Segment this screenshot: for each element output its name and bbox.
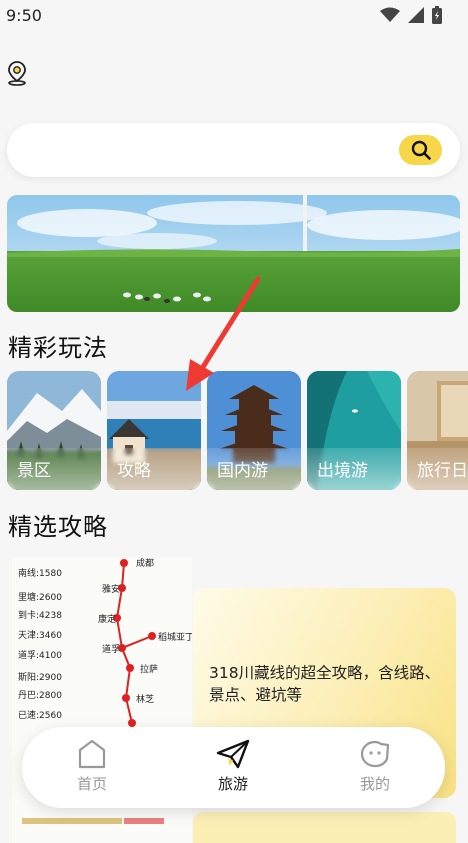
section-title-play: 精彩玩法 — [8, 334, 108, 362]
search-button[interactable] — [399, 135, 442, 165]
map-label: 康定 — [98, 613, 116, 625]
play-card-travel-diary[interactable]: 旅行日 — [407, 371, 468, 490]
status-icons — [380, 6, 442, 24]
map-label: 拉萨 — [140, 663, 158, 675]
search-icon — [411, 140, 431, 160]
nav-label: 我的 — [359, 775, 390, 793]
play-card-scenic[interactable]: 景区 — [7, 371, 101, 490]
search-bar — [7, 123, 460, 177]
map-label: 道孚:4100 — [18, 649, 62, 661]
play-card-label: 旅行日 — [407, 448, 468, 490]
banner-image[interactable] — [7, 195, 460, 312]
nav-item-mine[interactable]: 我的 — [340, 739, 410, 801]
guide-title: 318川藏线的超全攻略，含线路、景点、避坑等 — [209, 664, 441, 704]
bottom-nav: 首页 旅游 我的 — [22, 727, 445, 808]
nav-item-home[interactable]: 首页 — [57, 739, 127, 801]
play-card-guide[interactable]: 攻略 — [107, 371, 201, 490]
map-label: 南线:1580 — [18, 567, 62, 579]
grassland-scene — [7, 195, 460, 312]
face-icon — [360, 740, 390, 768]
play-card-label: 景区 — [7, 448, 101, 490]
map-label: 里塘:2600 — [18, 591, 62, 603]
map-label: 到卡:4238 — [18, 609, 62, 621]
wifi-icon — [380, 7, 400, 22]
nav-item-travel[interactable]: 旅游 — [198, 739, 268, 801]
home-icon — [78, 739, 106, 769]
paper-plane-icon — [216, 739, 250, 769]
guide-card-next[interactable] — [12, 812, 456, 843]
map-label: 道孚 — [102, 643, 120, 655]
battery-icon — [432, 6, 442, 24]
section-title-guide: 精选攻略 — [8, 513, 108, 541]
map-label: 丹巴:2800 — [18, 690, 62, 701]
play-card-outbound[interactable]: 出境游 — [307, 371, 401, 490]
nav-label: 旅游 — [217, 775, 248, 793]
play-cards: 景区 攻略 国内游 出境游 旅行日 — [7, 371, 468, 491]
location-icon[interactable] — [5, 60, 29, 86]
play-card-label: 国内游 — [207, 448, 301, 490]
play-card-label: 出境游 — [307, 448, 401, 490]
play-card-domestic[interactable]: 国内游 — [207, 371, 301, 490]
status-time: 9:50 — [6, 5, 42, 25]
guide-card-next-preview — [12, 812, 456, 843]
play-card-label: 攻略 — [107, 448, 201, 490]
map-label: 成都 — [136, 558, 154, 569]
signal-icon — [408, 7, 424, 23]
status-bar: 9:50 — [0, 0, 468, 30]
map-label: 已速:2560 — [18, 710, 62, 721]
map-label: 林芝 — [136, 693, 154, 705]
map-label: 斯阳:2900 — [18, 671, 62, 683]
map-label: 雅安 — [102, 583, 120, 595]
map-label: 稻城亚丁 — [158, 632, 192, 643]
map-label: 天津:3460 — [18, 630, 62, 641]
search-input[interactable] — [27, 137, 387, 163]
nav-label: 首页 — [76, 775, 107, 793]
